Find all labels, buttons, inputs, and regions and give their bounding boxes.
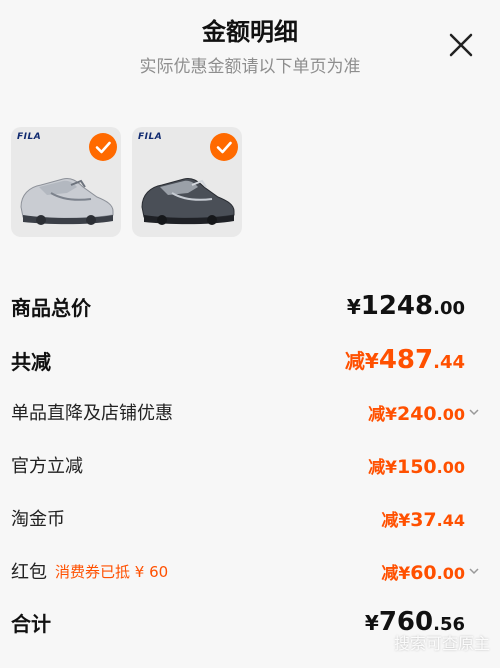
amount-integer: 150 [396,455,437,478]
amount-decimal: .00 [436,563,465,583]
amount-prefix: 减¥ [381,510,411,531]
row-item-discount[interactable]: 单品直降及店铺优惠 减¥ 240.00 [11,397,481,427]
amount-decimal: .44 [433,352,465,373]
product-card-2[interactable]: FILA [132,127,242,237]
total-discount-amount: 减¥ 487.44 [345,345,481,375]
item-discount-label: 单品直降及店铺优惠 [11,403,173,424]
header: 金额明细 实际优惠金额请以下单页为准 [0,0,500,90]
amount-decimal: .00 [436,404,465,424]
sneaker-image [141,178,235,225]
amount-decimal: .00 [433,298,465,319]
chevron-down-icon[interactable] [467,405,481,419]
taojinbi-amount: 减¥ 37.44 [381,506,481,531]
amount-integer: 1248 [360,291,434,321]
close-button[interactable] [446,30,476,60]
row-taojinbi: 淘金币 减¥ 37.44 [11,503,481,533]
item-discount-amount: 减¥ 240.00 [368,400,481,425]
taojinbi-label: 淘金币 [11,509,65,530]
amount-prefix: ¥ [346,295,361,319]
amount-integer: 240 [396,402,437,425]
amount-prefix: ¥ [364,611,379,635]
watermark: 搜索可查原主 [393,634,490,653]
amount-integer: 487 [378,345,434,375]
brand-logo: FILA [138,132,163,142]
official-discount-label: 官方立减 [11,456,83,477]
amount-prefix: 减¥ [344,349,379,373]
amount-prefix: 减¥ [381,563,411,584]
page-title: 金额明细 [202,18,298,46]
row-red-packet[interactable]: 红包 消费券已抵 ¥ 60 减¥ 60.00 [11,556,481,586]
red-packet-label: 红包 [11,562,47,583]
product-card-1[interactable]: FILA [11,127,121,237]
amount-decimal: .00 [436,457,465,477]
sneaker-image [20,178,114,225]
amount-prefix: 减¥ [368,457,397,478]
page-subtitle: 实际优惠金额请以下单页为准 [139,57,361,77]
amount-prefix: 减¥ [368,404,397,425]
red-packet-label-group: 红包 消费券已抵 ¥ 60 [11,558,168,584]
amount-integer: 60 [410,561,437,584]
product-thumbnails: FILA FILA [11,127,242,237]
row-official-discount: 官方立减 减¥ 150.00 [11,450,481,480]
amount-decimal: .44 [436,510,465,530]
official-discount-amount: 减¥ 150.00 [368,453,481,478]
red-packet-amount: 减¥ 60.00 [381,559,481,584]
row-total-price: 商品总价 ¥1248.00 [11,290,481,322]
total-price-amount: ¥1248.00 [347,291,481,321]
row-total-discount: 共减 减¥ 487.44 [11,344,481,376]
total-price-label: 商品总价 [11,295,91,320]
grand-total-label: 合计 [11,611,51,636]
chevron-down-icon[interactable] [467,564,481,578]
close-icon[interactable] [446,30,476,60]
amount-integer: 37 [410,508,437,531]
brand-logo: FILA [17,132,42,142]
total-discount-label: 共减 [11,349,51,374]
coupon-note: 消费券已抵 ¥ 60 [55,562,169,581]
